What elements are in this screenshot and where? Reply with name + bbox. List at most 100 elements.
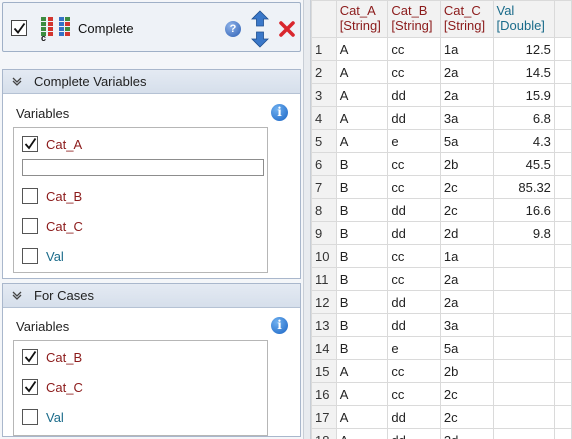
cell-cat-b[interactable]: dd [387,313,441,337]
cell-val[interactable]: 85.32 [492,175,555,199]
column-header-cat-a[interactable]: Cat_A [String] [335,0,389,38]
cell-empty[interactable] [553,382,572,406]
checkbox-checked[interactable] [22,379,38,395]
cell-cat-a[interactable]: A [335,129,389,153]
cell-empty[interactable] [553,152,572,176]
cell-val[interactable] [492,267,555,291]
cell-cat-a[interactable]: A [335,428,389,439]
move-down-arrow-icon[interactable] [251,31,269,48]
enable-checkbox[interactable] [11,20,27,36]
cell-cat-c[interactable]: 5a [439,336,494,360]
row-header[interactable]: 8 [311,198,337,222]
cell-cat-c[interactable]: 2c [439,382,494,406]
cell-cat-c[interactable]: 5a [439,129,494,153]
cell-cat-b[interactable]: cc [387,244,441,268]
remove-x-icon[interactable] [279,21,295,37]
cell-cat-c[interactable]: 3a [439,106,494,130]
cell-val[interactable]: 14.5 [492,60,555,84]
row-header[interactable]: 10 [311,244,337,268]
cell-cat-a[interactable]: B [335,198,389,222]
cell-empty[interactable] [553,60,572,84]
row-header[interactable]: 18 [311,428,337,439]
cell-cat-a[interactable]: A [335,359,389,383]
row-header[interactable]: 4 [311,106,337,130]
cell-empty[interactable] [553,221,572,245]
for-cases-header[interactable]: For Cases [3,284,300,308]
cell-cat-c[interactable]: 1a [439,37,494,61]
cell-cat-a[interactable]: A [335,60,389,84]
row-header[interactable]: 12 [311,290,337,314]
checkbox-checked[interactable] [22,349,38,365]
cell-val[interactable] [492,336,555,360]
cell-cat-b[interactable]: cc [387,37,441,61]
cell-cat-b[interactable]: dd [387,405,441,429]
cell-empty[interactable] [553,290,572,314]
cell-cat-a[interactable]: B [335,244,389,268]
cell-val[interactable]: 15.9 [492,83,555,107]
row-header[interactable]: 15 [311,359,337,383]
cell-cat-b[interactable]: dd [387,83,441,107]
row-header[interactable]: 13 [311,313,337,337]
cell-empty[interactable] [553,428,572,439]
column-header-empty[interactable] [553,0,572,38]
cell-cat-c[interactable]: 2a [439,83,494,107]
cell-cat-a[interactable]: A [335,106,389,130]
cell-cat-c[interactable]: 2a [439,290,494,314]
cell-cat-a[interactable]: B [335,267,389,291]
row-header[interactable]: 14 [311,336,337,360]
cell-cat-c[interactable]: 2a [439,60,494,84]
cell-cat-c[interactable]: 2b [439,359,494,383]
cell-cat-b[interactable]: dd [387,428,441,439]
cell-cat-a[interactable]: A [335,37,389,61]
cell-cat-b[interactable]: cc [387,267,441,291]
row-header[interactable]: 7 [311,175,337,199]
cell-cat-b[interactable]: dd [387,221,441,245]
cell-cat-b[interactable]: cc [387,359,441,383]
cell-cat-a[interactable]: B [335,175,389,199]
cell-val[interactable]: 12.5 [492,37,555,61]
complete-variables-header[interactable]: Complete Variables [3,70,300,94]
cell-empty[interactable] [553,359,572,383]
cell-val[interactable]: 4.3 [492,129,555,153]
cell-cat-a[interactable]: B [335,313,389,337]
column-header-cat-c[interactable]: Cat_C [String] [439,0,494,38]
row-header[interactable]: 6 [311,152,337,176]
cell-cat-c[interactable]: 2d [439,428,494,439]
cell-val[interactable] [492,359,555,383]
checkbox[interactable] [22,188,38,204]
cell-empty[interactable] [553,313,572,337]
checkbox-checked[interactable] [22,136,38,152]
cell-empty[interactable] [553,106,572,130]
cell-cat-a[interactable]: B [335,336,389,360]
cell-cat-b[interactable]: cc [387,60,441,84]
row-header[interactable]: 5 [311,129,337,153]
panel-splitter[interactable] [303,0,311,439]
cell-cat-a[interactable]: B [335,290,389,314]
cell-empty[interactable] [553,405,572,429]
cell-cat-c[interactable]: 2c [439,198,494,222]
cell-cat-b[interactable]: cc [387,152,441,176]
cell-cat-c[interactable]: 2a [439,267,494,291]
cell-cat-b[interactable]: e [387,336,441,360]
info-icon[interactable]: i [271,104,288,121]
cell-cat-a[interactable]: A [335,83,389,107]
filter-input[interactable] [22,159,264,176]
cell-val[interactable] [492,290,555,314]
cell-empty[interactable] [553,129,572,153]
cell-cat-a[interactable]: B [335,152,389,176]
cell-empty[interactable] [553,37,572,61]
cell-empty[interactable] [553,267,572,291]
cell-val[interactable]: 6.8 [492,106,555,130]
cell-cat-b[interactable]: dd [387,106,441,130]
checkbox[interactable] [22,409,38,425]
cell-cat-c[interactable]: 3a [439,313,494,337]
cell-val[interactable] [492,428,555,439]
row-header[interactable]: 16 [311,382,337,406]
row-header[interactable]: 11 [311,267,337,291]
cell-val[interactable]: 9.8 [492,221,555,245]
grid-corner[interactable] [311,0,337,38]
cell-cat-c[interactable]: 2c [439,405,494,429]
cell-cat-c[interactable]: 2b [439,152,494,176]
column-header-val[interactable]: Val [Double] [492,0,555,38]
column-header-cat-b[interactable]: Cat_B [String] [387,0,441,38]
